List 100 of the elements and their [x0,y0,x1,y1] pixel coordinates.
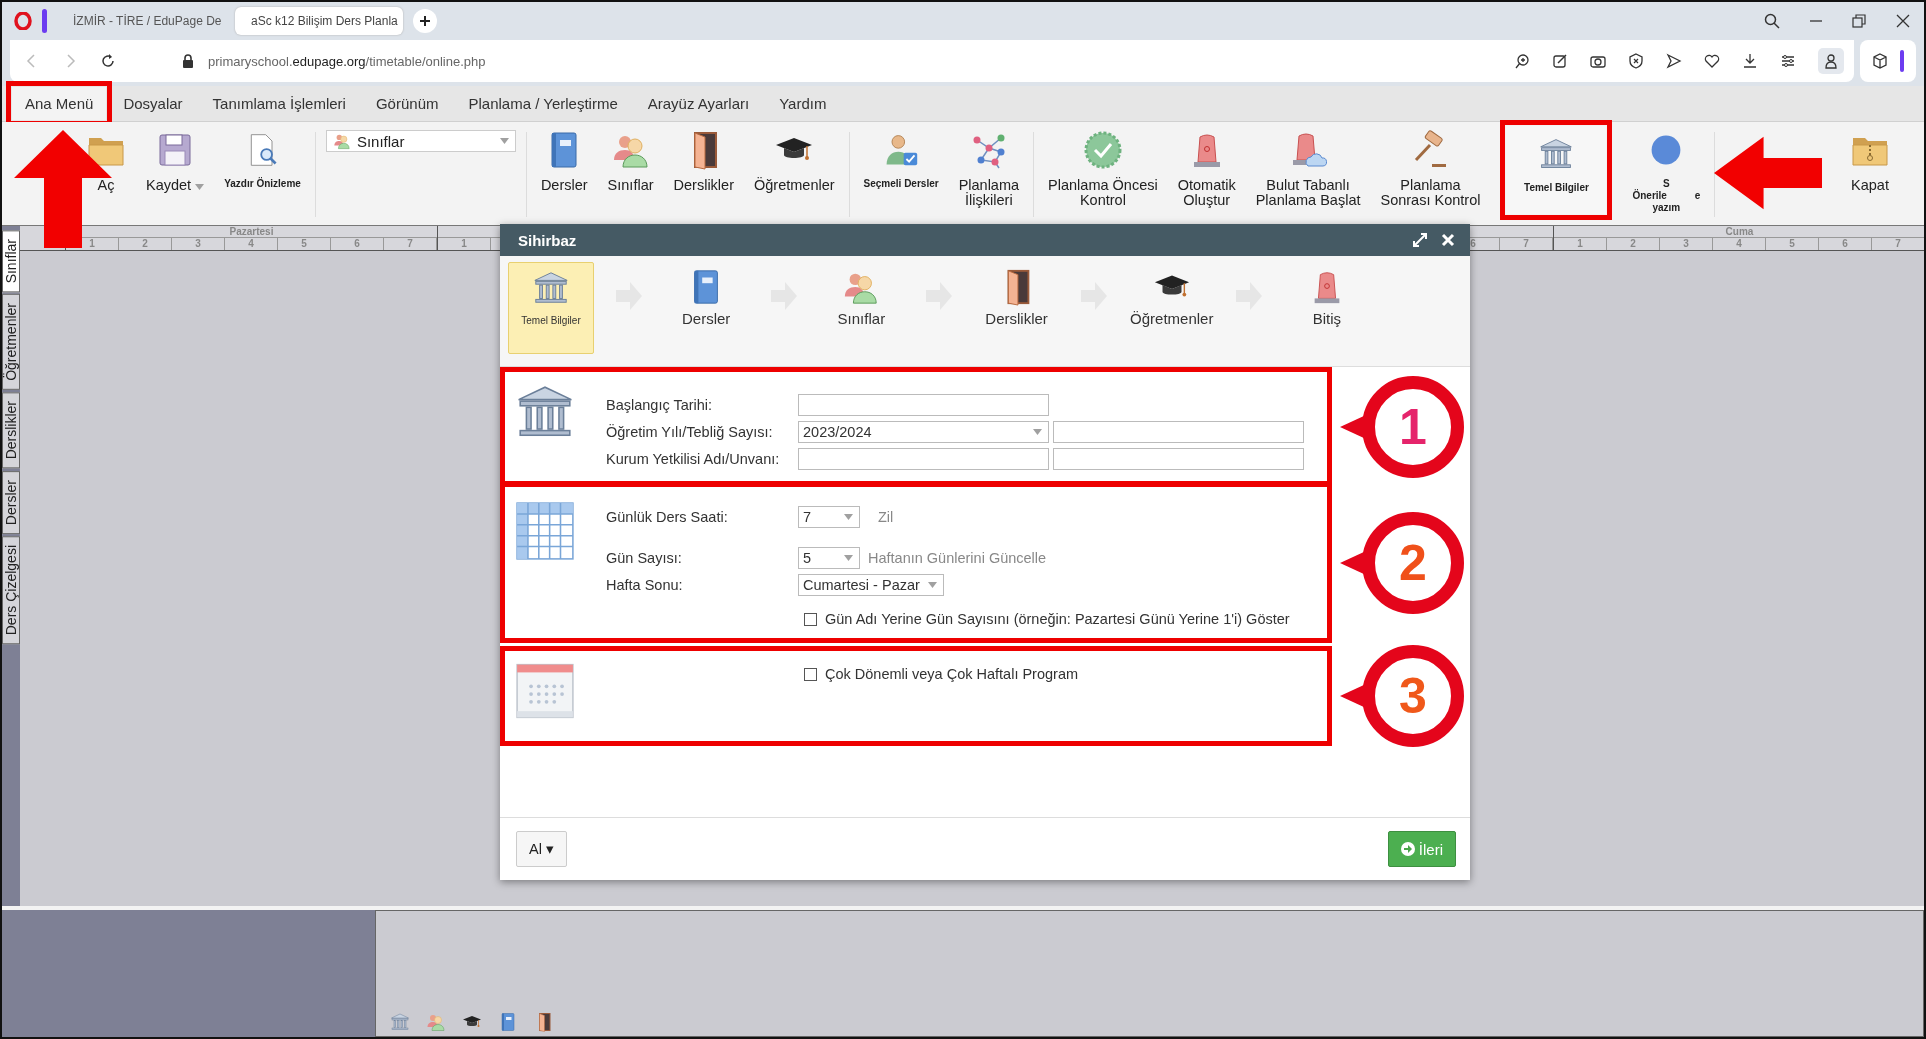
wizard-step[interactable]: Bitiş [1283,262,1370,354]
caret-icon [499,138,509,144]
link-text[interactable]: Zil [878,509,894,525]
person-icon [1823,53,1839,69]
menu-tab[interactable]: Görünüm [362,87,452,120]
browser-logo-icon [14,12,32,30]
caret-icon [844,555,853,561]
text-field[interactable] [798,394,1049,416]
book-icon [498,1012,518,1032]
new-tab-icon[interactable] [413,9,437,33]
period-header: 2 [1607,238,1660,250]
wizard-step[interactable]: Derslikler [973,262,1060,354]
side-tab[interactable]: Dersler [2,470,20,534]
search-icon [1764,13,1780,29]
menu-tab[interactable]: Tanımlama İşlemleri [199,87,359,120]
number-callout: 3 [1340,645,1464,747]
select-field[interactable]: 5 [798,547,860,569]
period-header: 1 [1554,238,1607,250]
select-field[interactable]: 7 [798,506,860,528]
reload-icon [100,53,116,69]
cube-icon [1872,53,1888,69]
period-header: 7 [384,238,437,250]
close-icon [1896,14,1910,28]
number-callout: 1 [1340,375,1464,478]
profile-button[interactable] [1818,48,1844,74]
toolbar-button[interactable]: Otomatik Oluştur [1173,128,1240,216]
side-tab[interactable]: Sınıflar [2,230,20,293]
field-label: Gün Sayısı: [606,550,683,566]
class-dropdown[interactable]: Sınıflar [325,130,516,152]
text-field[interactable] [1053,421,1304,443]
checkbox[interactable] [804,667,817,681]
menu-button[interactable]: Al ▾ [516,831,567,867]
zoom-in-icon [1514,53,1530,69]
period-header: 7 [1500,238,1553,250]
text-field[interactable] [798,448,1049,470]
period-header: 7 [1872,238,1924,250]
wizard-step[interactable]: Temel Bilgiler [508,262,594,354]
sidebar-indicator [1900,50,1904,72]
toolbar-button[interactable]: Planlama İlişkileri [954,128,1024,216]
lock-icon [180,53,196,69]
toolbar-button[interactable]: Yazdır Önizleme [220,128,305,216]
toolbar-button[interactable]: Kapat [1846,128,1894,216]
browser-tab[interactable]: İZMİR - TİRE / EduPage De [57,7,225,35]
wizard-step[interactable]: Öğretmenler [1128,262,1215,354]
address-text[interactable]: primaryschool.edupage.org/timetable/online.php [208,53,486,69]
toolbar-button[interactable]: Sınıflar [603,128,658,216]
toolbar-button[interactable]: Bulut Tabanlı Planlama Başlat [1251,128,1365,216]
field-label: Başlangıç Tarihi: [606,397,714,413]
close-icon [1440,232,1456,248]
people-icon [426,1012,446,1032]
field-label: Kurum Yetkilisi Adı/Unvanı: [606,451,781,467]
dialog-title: Sihirbaz [518,231,577,249]
sidebar-indicator [42,9,47,33]
select-field[interactable]: Cumartesi - Pazar [798,574,944,596]
toolbar-button[interactable]: Seçmeli Dersler [859,128,943,216]
field-label: Hafta Sonu: [606,577,684,593]
period-header: 6 [1819,238,1872,250]
field-label: Öğretim Yılı/Tebliğ Sayısı: [606,424,774,440]
minimize-icon [1810,20,1822,22]
period-header: 3 [1660,238,1713,250]
period-header: 3 [172,238,225,250]
wizard-step[interactable]: Dersler [663,262,750,354]
toolbar-button[interactable]: Öğretmenler [749,128,839,216]
period-header: 4 [1713,238,1766,250]
side-tab[interactable]: Öğretmenler [2,294,20,391]
people-icon [332,132,351,150]
table-grid-icon [514,500,576,562]
download-icon [1742,53,1758,69]
day-header: Pazartesi [229,226,274,237]
side-tab[interactable]: Ders Çizelgesi [2,535,20,644]
period-header: 5 [278,238,331,250]
toolbar-button[interactable]: Kaydet [142,128,209,216]
check-badge-icon [1082,130,1123,170]
toolbar-button[interactable]: Planlama Sonrası Kontrol [1376,128,1485,216]
menu-tab[interactable]: Planlama / Yerleştirme [455,87,631,120]
toolbar-button[interactable]: Dersler [536,128,592,216]
period-header: 2 [119,238,172,250]
menu-tab[interactable]: Yardım [766,87,840,120]
side-tab[interactable]: Derslikler [2,392,20,469]
link-text[interactable]: Haftanın Günlerini Güncelle [868,550,1047,566]
bank-icon [390,1012,410,1032]
period-header: 4 [225,238,278,250]
text-field[interactable] [1053,448,1304,470]
toolbar-button[interactable]: S Önerile e yazım [1628,128,1705,216]
browser-tab[interactable]: aSc k12 Bilişim Ders Planla [235,7,403,35]
toolbar-button[interactable]: Derslikler [669,128,738,216]
expand-icon [1412,232,1428,248]
select-field[interactable]: 2023/2024 [798,421,1049,443]
toolbar-button[interactable]: Planlama Öncesi Kontrol [1044,128,1162,216]
menu-tab[interactable]: Arayüz Ayarları [634,87,763,120]
checkbox[interactable] [804,612,817,626]
edit-icon [1552,53,1568,69]
settings-icon [1780,53,1796,69]
restore-icon [1852,14,1866,28]
send-icon [1666,53,1682,69]
menu-tab[interactable]: Dosyalar [110,87,196,120]
camera-icon [1590,53,1606,69]
number-callout: 2 [1340,511,1464,614]
wizard-step[interactable]: Sınıflar [818,262,905,354]
period-header: 6 [331,238,384,250]
